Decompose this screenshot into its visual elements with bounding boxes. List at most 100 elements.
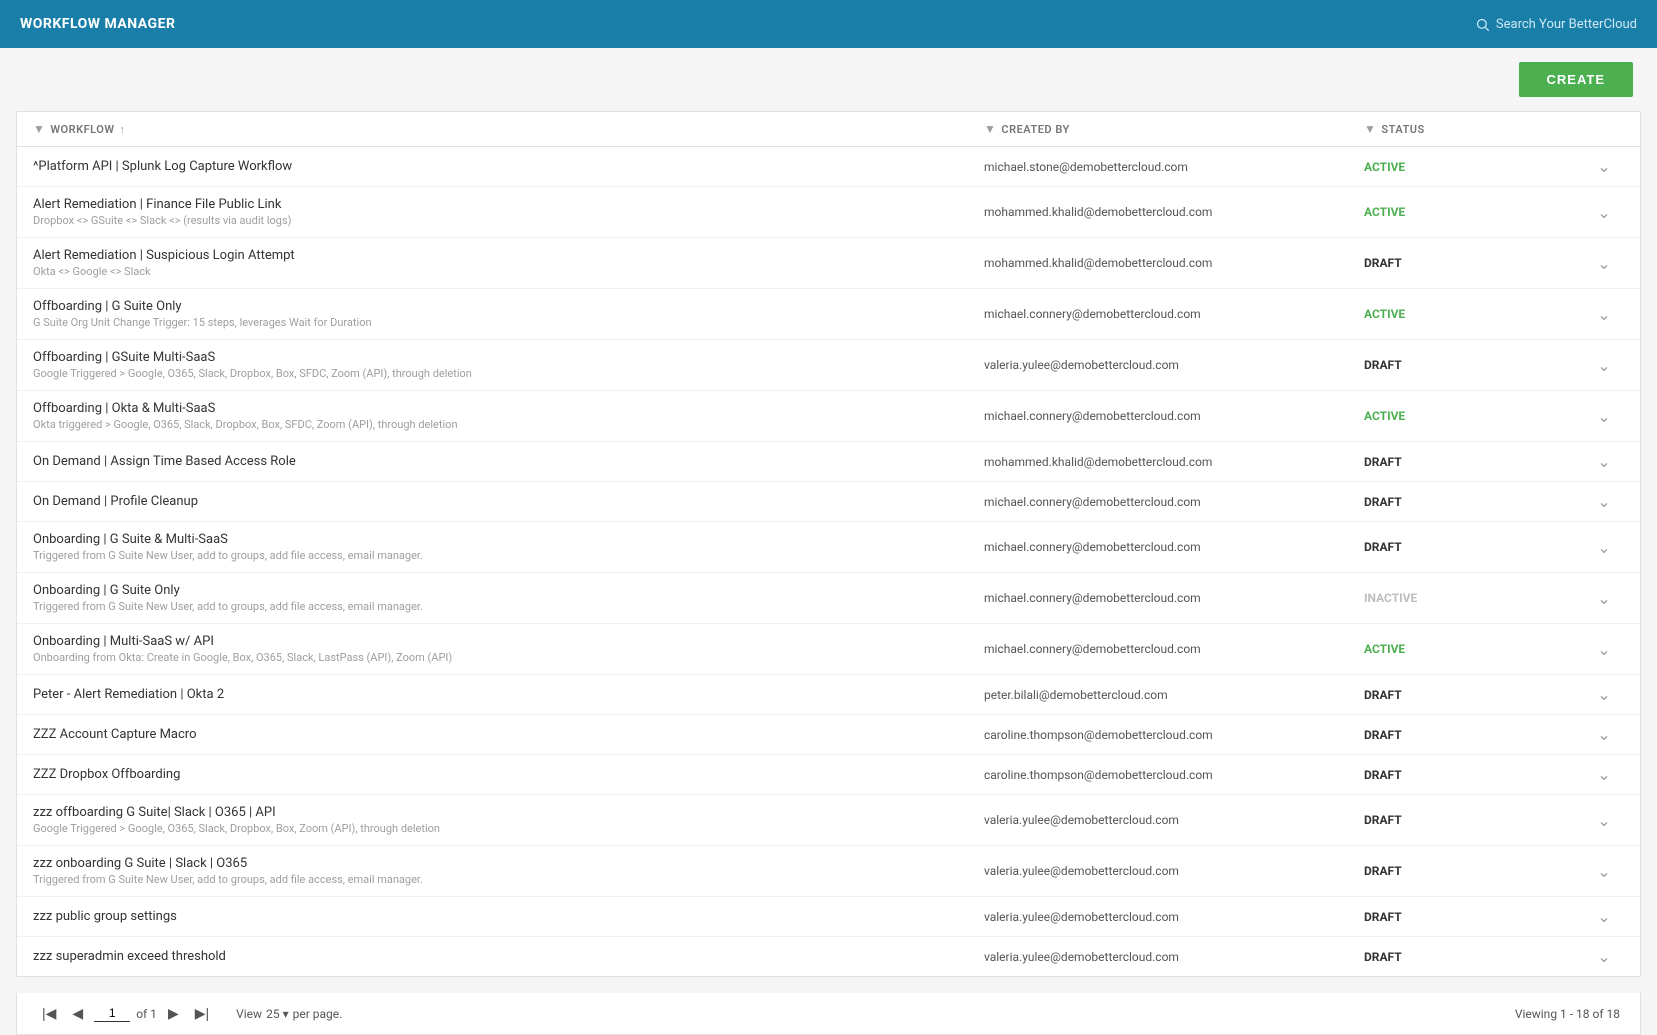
table-row[interactable]: Offboarding | GSuite Multi-SaaS Google T… — [17, 340, 1640, 391]
expand-chevron[interactable]: ⌄ — [1584, 947, 1624, 966]
created-by-cell: valeria.yulee@demobettercloud.com — [984, 358, 1364, 372]
status-column-header[interactable]: ▼ STATUS — [1364, 122, 1584, 136]
workflow-name: Alert Remediation | Suspicious Login Att… — [33, 248, 984, 263]
status-cell: DRAFT — [1364, 455, 1584, 469]
table-row[interactable]: Onboarding | G Suite Only Triggered from… — [17, 573, 1640, 624]
table-row[interactable]: On Demand | Assign Time Based Access Rol… — [17, 442, 1640, 482]
workflow-name: Onboarding | Multi-SaaS w/ API — [33, 634, 984, 649]
table-row[interactable]: Onboarding | Multi-SaaS w/ API Onboardin… — [17, 624, 1640, 675]
created-by-cell: peter.bilali@demobettercloud.com — [984, 688, 1364, 702]
global-search[interactable]: Search Your BetterCloud — [1475, 17, 1637, 32]
created-by-column-header[interactable]: ▼ CREATED BY — [984, 122, 1364, 136]
status-filter-icon: ▼ — [1364, 122, 1376, 136]
status-cell: DRAFT — [1364, 540, 1584, 554]
chevron-down-icon: ⌄ — [1597, 203, 1610, 222]
status-badge: DRAFT — [1364, 358, 1402, 372]
table-row[interactable]: zzz offboarding G Suite| Slack | O365 | … — [17, 795, 1640, 846]
page-number-input[interactable] — [94, 1005, 130, 1022]
chevron-down-icon: ⌄ — [1597, 356, 1610, 375]
expand-chevron[interactable]: ⌄ — [1584, 725, 1624, 744]
create-button[interactable]: CREATE — [1519, 62, 1633, 97]
expand-chevron[interactable]: ⌄ — [1584, 811, 1624, 830]
workflow-name: zzz superadmin exceed threshold — [33, 949, 984, 964]
workflow-cell: Onboarding | G Suite Only Triggered from… — [33, 583, 984, 613]
table-row[interactable]: zzz public group settings valeria.yulee@… — [17, 897, 1640, 937]
table-row[interactable]: Onboarding | G Suite & Multi-SaaS Trigge… — [17, 522, 1640, 573]
created-by-cell: valeria.yulee@demobettercloud.com — [984, 950, 1364, 964]
chevron-down-icon: ⌄ — [1597, 725, 1610, 744]
table-row[interactable]: ZZZ Account Capture Macro caroline.thomp… — [17, 715, 1640, 755]
workflow-cell: zzz superadmin exceed threshold — [33, 949, 984, 964]
workflow-column-header[interactable]: ▼ WORKFLOW ↑ — [33, 122, 984, 136]
expand-chevron[interactable]: ⌄ — [1584, 640, 1624, 659]
per-page-value[interactable]: 25 ▾ — [266, 1007, 289, 1021]
workflow-name: zzz public group settings — [33, 909, 984, 924]
expand-chevron[interactable]: ⌄ — [1584, 492, 1624, 511]
workflow-description: Google Triggered > Google, O365, Slack, … — [33, 367, 984, 380]
expand-chevron[interactable]: ⌄ — [1584, 203, 1624, 222]
next-page-button[interactable]: ▶ — [163, 1003, 184, 1024]
workflow-description: Okta <> Google <> Slack — [33, 265, 984, 278]
table-header: ▼ WORKFLOW ↑ ▼ CREATED BY ▼ STATUS — [17, 112, 1640, 147]
workflow-cell: zzz onboarding G Suite | Slack | O365 Tr… — [33, 856, 984, 886]
workflow-cell: Alert Remediation | Finance File Public … — [33, 197, 984, 227]
created-by-cell: mohammed.khalid@demobettercloud.com — [984, 205, 1364, 219]
workflow-name: Offboarding | Okta & Multi-SaaS — [33, 401, 984, 416]
expand-chevron[interactable]: ⌄ — [1584, 407, 1624, 426]
status-cell: DRAFT — [1364, 495, 1584, 509]
expand-chevron[interactable]: ⌄ — [1584, 356, 1624, 375]
expand-chevron[interactable]: ⌄ — [1584, 157, 1624, 176]
status-badge: DRAFT — [1364, 864, 1402, 878]
table-row[interactable]: Offboarding | G Suite Only G Suite Org U… — [17, 289, 1640, 340]
status-cell: DRAFT — [1364, 950, 1584, 964]
status-cell: ACTIVE — [1364, 409, 1584, 423]
per-page-number: 25 — [266, 1007, 280, 1021]
last-page-button[interactable]: ▶| — [190, 1003, 214, 1024]
chevron-down-icon: ⌄ — [1597, 947, 1610, 966]
workflow-description: G Suite Org Unit Change Trigger: 15 step… — [33, 316, 984, 329]
created-by-cell: michael.connery@demobettercloud.com — [984, 591, 1364, 605]
status-cell: ACTIVE — [1364, 160, 1584, 174]
pagination-bar: |◀ ◀ of 1 ▶ ▶| View 25 ▾ per page. Viewi… — [16, 993, 1641, 1035]
status-badge: DRAFT — [1364, 950, 1402, 964]
status-badge: INACTIVE — [1364, 591, 1417, 605]
table-row[interactable]: On Demand | Profile Cleanup michael.conn… — [17, 482, 1640, 522]
expand-chevron[interactable]: ⌄ — [1584, 305, 1624, 324]
table-row[interactable]: Offboarding | Okta & Multi-SaaS Okta tri… — [17, 391, 1640, 442]
expand-chevron[interactable]: ⌄ — [1584, 452, 1624, 471]
table-row[interactable]: zzz onboarding G Suite | Slack | O365 Tr… — [17, 846, 1640, 897]
expand-chevron[interactable]: ⌄ — [1584, 765, 1624, 784]
per-page-select[interactable]: View 25 ▾ per page. — [236, 1007, 342, 1021]
first-page-button[interactable]: |◀ — [37, 1003, 61, 1024]
expand-chevron[interactable]: ⌄ — [1584, 907, 1624, 926]
table-row[interactable]: Alert Remediation | Finance File Public … — [17, 187, 1640, 238]
chevron-down-icon: ⌄ — [1597, 305, 1610, 324]
status-badge: DRAFT — [1364, 540, 1402, 554]
expand-chevron[interactable]: ⌄ — [1584, 254, 1624, 273]
table-row[interactable]: ^Platform API | Splunk Log Capture Workf… — [17, 147, 1640, 187]
expand-chevron[interactable]: ⌄ — [1584, 685, 1624, 704]
expand-chevron[interactable]: ⌄ — [1584, 538, 1624, 557]
chevron-down-icon: ⌄ — [1597, 407, 1610, 426]
workflow-name: Onboarding | G Suite Only — [33, 583, 984, 598]
status-col-label: STATUS — [1381, 123, 1424, 136]
table-row[interactable]: Alert Remediation | Suspicious Login Att… — [17, 238, 1640, 289]
status-cell: DRAFT — [1364, 910, 1584, 924]
expand-chevron[interactable]: ⌄ — [1584, 589, 1624, 608]
table-row[interactable]: Peter - Alert Remediation | Okta 2 peter… — [17, 675, 1640, 715]
prev-page-button[interactable]: ◀ — [67, 1003, 88, 1024]
status-cell: DRAFT — [1364, 813, 1584, 827]
workflow-name: ZZZ Dropbox Offboarding — [33, 767, 984, 782]
created-by-cell: valeria.yulee@demobettercloud.com — [984, 864, 1364, 878]
status-badge: DRAFT — [1364, 688, 1402, 702]
workflow-sort-icon: ↑ — [119, 123, 125, 136]
table-row[interactable]: ZZZ Dropbox Offboarding caroline.thompso… — [17, 755, 1640, 795]
chevron-down-icon: ⌄ — [1597, 640, 1610, 659]
created-by-cell: valeria.yulee@demobettercloud.com — [984, 813, 1364, 827]
workflow-name: Offboarding | G Suite Only — [33, 299, 984, 314]
workflow-description: Triggered from G Suite New User, add to … — [33, 600, 984, 613]
expand-chevron[interactable]: ⌄ — [1584, 862, 1624, 881]
top-navigation: WORKFLOW MANAGER Search Your BetterCloud — [0, 0, 1657, 48]
status-cell: ACTIVE — [1364, 307, 1584, 321]
table-row[interactable]: zzz superadmin exceed threshold valeria.… — [17, 937, 1640, 976]
